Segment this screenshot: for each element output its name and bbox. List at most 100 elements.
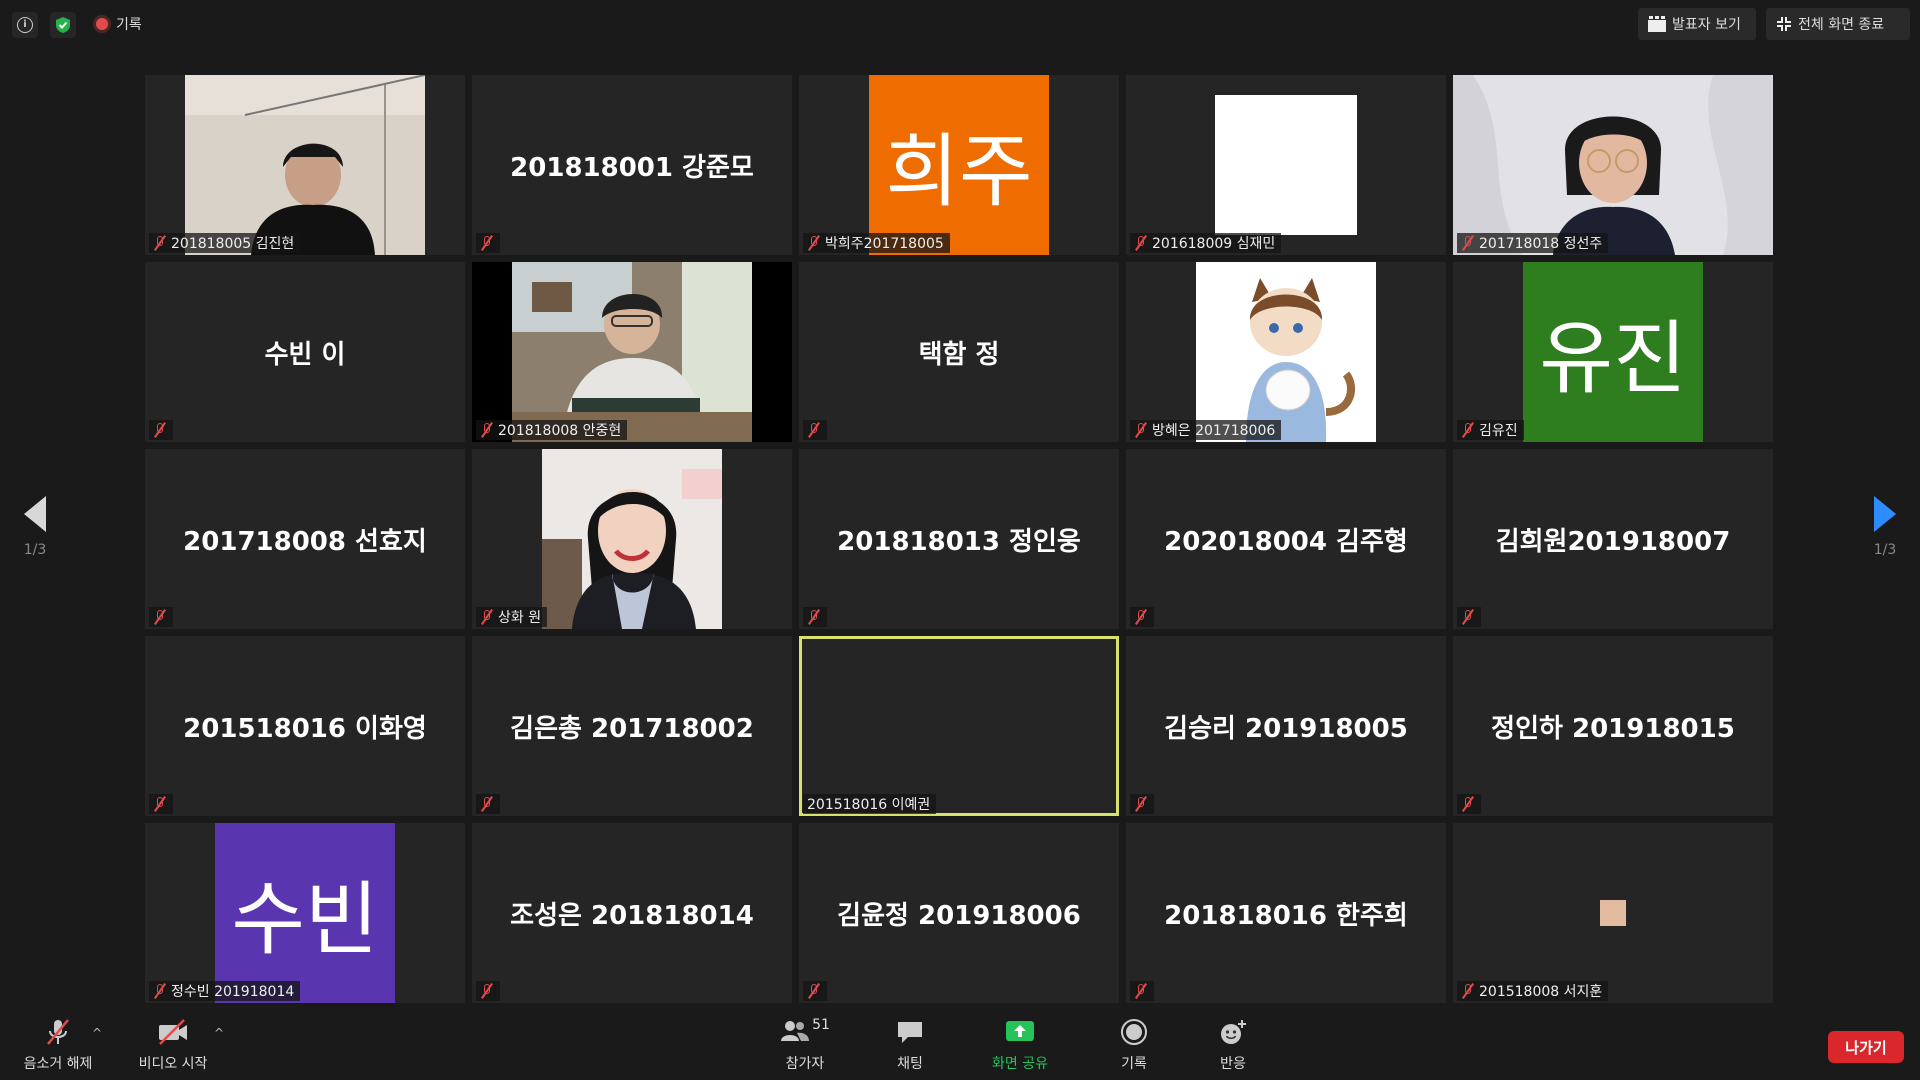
participant-tile[interactable]: 202018004 김주형 <box>1126 449 1446 629</box>
participant-name-label: 정수빈 201918014 <box>149 981 301 1001</box>
participant-name-label <box>149 794 173 814</box>
participant-tile[interactable]: 방혜은 201718006 <box>1126 262 1446 442</box>
chat-icon <box>896 1017 924 1047</box>
participant-video <box>185 75 425 255</box>
participant-tile[interactable]: 김은총 201718002 <box>472 636 792 816</box>
unmute-button[interactable]: 음소거 해제 <box>14 1010 102 1080</box>
participant-tile[interactable]: 수빈 정수빈 201918014 <box>145 823 465 1003</box>
participant-video <box>1196 262 1376 442</box>
chat-label: 채팅 <box>897 1056 923 1072</box>
participant-name: 김윤정 201918006 <box>837 900 1081 931</box>
participants-label: 참가자 <box>785 1056 825 1072</box>
recording-label: 기록 <box>116 17 142 33</box>
participant-name-label <box>476 794 500 814</box>
participants-count: 51 <box>812 1017 830 1033</box>
start-video-label: 비디오 시작 <box>138 1056 208 1072</box>
participant-tile[interactable]: 김윤정 201918006 <box>799 823 1119 1003</box>
participant-tile[interactable]: 조성은 201818014 <box>472 823 792 1003</box>
participant-name-label <box>1457 794 1481 814</box>
participant-name: 201818001 강준모 <box>510 152 754 183</box>
speaker-view-icon <box>1648 16 1666 32</box>
participant-tile[interactable]: 유진 김유진 <box>1453 262 1773 442</box>
participant-tile[interactable]: 정인하 201918015 <box>1453 636 1773 816</box>
participant-tile[interactable]: 201818013 정인웅 <box>799 449 1119 629</box>
participant-tile[interactable]: 201818008 안중현 <box>472 262 792 442</box>
next-page-button[interactable]: 1/3 <box>1850 478 1920 588</box>
participant-name: 택함 정 <box>918 339 1000 370</box>
mic-muted-icon <box>807 422 821 438</box>
participant-tile[interactable]: 201518008 서지훈 <box>1453 823 1773 1003</box>
participant-video <box>799 636 1119 816</box>
recording-dot-icon <box>96 18 108 30</box>
participant-name-label: 방혜은 201718006 <box>1130 420 1282 440</box>
meeting-toolbar: 음소거 해제 ^ 비디오 시작 ^ 51 참가자 채팅 화면 공유 기록 반응 <box>0 1010 1920 1080</box>
arrow-left-icon <box>24 496 46 532</box>
exit-fullscreen-button[interactable]: 전체 화면 종료 <box>1766 8 1910 40</box>
video-options-caret-icon[interactable]: ^ <box>214 1026 224 1040</box>
record-button[interactable]: 기록 <box>1104 1010 1164 1080</box>
mic-muted-icon <box>807 235 821 251</box>
mic-muted-icon <box>480 609 494 625</box>
participant-name: 201818013 정인웅 <box>837 526 1081 557</box>
record-label: 기록 <box>1121 1056 1147 1072</box>
participant-name: 김은총 201718002 <box>510 713 754 744</box>
participant-tile[interactable]: 201618009 심재민 <box>1126 75 1446 255</box>
mic-muted-icon <box>153 235 167 251</box>
participant-tile[interactable]: 상화 원 <box>472 449 792 629</box>
start-video-button[interactable]: 비디오 시작 <box>128 1010 218 1080</box>
participant-tile[interactable]: 김승리 201918005 <box>1126 636 1446 816</box>
audio-options-caret-icon[interactable]: ^ <box>92 1026 102 1040</box>
participant-name-label: 상화 원 <box>476 607 548 627</box>
reactions-icon <box>1218 1017 1248 1047</box>
participants-button[interactable]: 51 참가자 <box>770 1010 840 1080</box>
participant-tile[interactable]: 김희원201918007 <box>1453 449 1773 629</box>
mic-muted-icon <box>153 796 167 812</box>
reactions-button[interactable]: 반응 <box>1203 1010 1263 1080</box>
participant-tile[interactable]: 수빈 이 <box>145 262 465 442</box>
participant-tile[interactable]: 201718018 정선주 <box>1453 75 1773 255</box>
participant-name-label: 201818005 김진현 <box>149 233 301 253</box>
page-indicator-right: 1/3 <box>1873 542 1897 558</box>
participant-name-label: 김유진 <box>1457 420 1524 440</box>
top-bar: i 기록 발표자 보기 전체 화면 종료 <box>0 0 1920 48</box>
mic-off-icon <box>43 1017 73 1047</box>
mic-muted-icon <box>1134 609 1148 625</box>
arrow-right-icon <box>1874 496 1896 532</box>
participant-name-label <box>149 420 173 440</box>
mic-muted-icon <box>1134 796 1148 812</box>
participant-name: 201818016 한주희 <box>1164 900 1408 931</box>
gallery-grid: 201818005 김진현 201818001 강준모 희주 박희주201718… <box>145 75 1775 1005</box>
participant-video <box>472 262 792 442</box>
speaker-view-button[interactable]: 발표자 보기 <box>1638 8 1756 40</box>
participant-name-label <box>149 607 173 627</box>
previous-page-button[interactable]: 1/3 <box>0 478 70 588</box>
participant-tile[interactable]: 택함 정 <box>799 262 1119 442</box>
participant-name-label: 201518008 서지훈 <box>1457 981 1609 1001</box>
participant-tile[interactable]: 201518016 이화영 <box>145 636 465 816</box>
participant-name-label <box>1457 607 1481 627</box>
record-icon <box>1120 1017 1148 1047</box>
chat-button[interactable]: 채팅 <box>880 1010 940 1080</box>
mic-muted-icon <box>480 235 494 251</box>
exit-fullscreen-label: 전체 화면 종료 <box>1798 17 1885 33</box>
leave-meeting-button[interactable]: 나가기 <box>1828 1031 1904 1063</box>
participant-name-label: 201818008 안중현 <box>476 420 628 440</box>
participant-tile[interactable]: 201718008 선효지 <box>145 449 465 629</box>
participant-name: 202018004 김주형 <box>1164 526 1408 557</box>
shield-icon[interactable] <box>50 12 76 38</box>
mic-muted-icon <box>1134 983 1148 999</box>
mic-muted-icon <box>1461 983 1475 999</box>
video-off-icon <box>156 1017 190 1047</box>
participant-video <box>1215 95 1357 235</box>
active-speaker-tile[interactable]: 201518016 이예권 <box>799 636 1119 816</box>
participant-tile[interactable]: 201818001 강준모 <box>472 75 792 255</box>
info-icon[interactable]: i <box>12 12 38 38</box>
participant-tile[interactable]: 201818005 김진현 <box>145 75 465 255</box>
participant-tile[interactable]: 희주 박희주201718005 <box>799 75 1119 255</box>
participant-tile[interactable]: 201818016 한주희 <box>1126 823 1446 1003</box>
participant-video <box>542 449 722 629</box>
mic-muted-icon <box>480 983 494 999</box>
participant-avatar: 수빈 <box>215 823 395 1003</box>
share-screen-button[interactable]: 화면 공유 <box>980 1010 1060 1080</box>
recording-indicator[interactable]: 기록 <box>96 14 142 34</box>
